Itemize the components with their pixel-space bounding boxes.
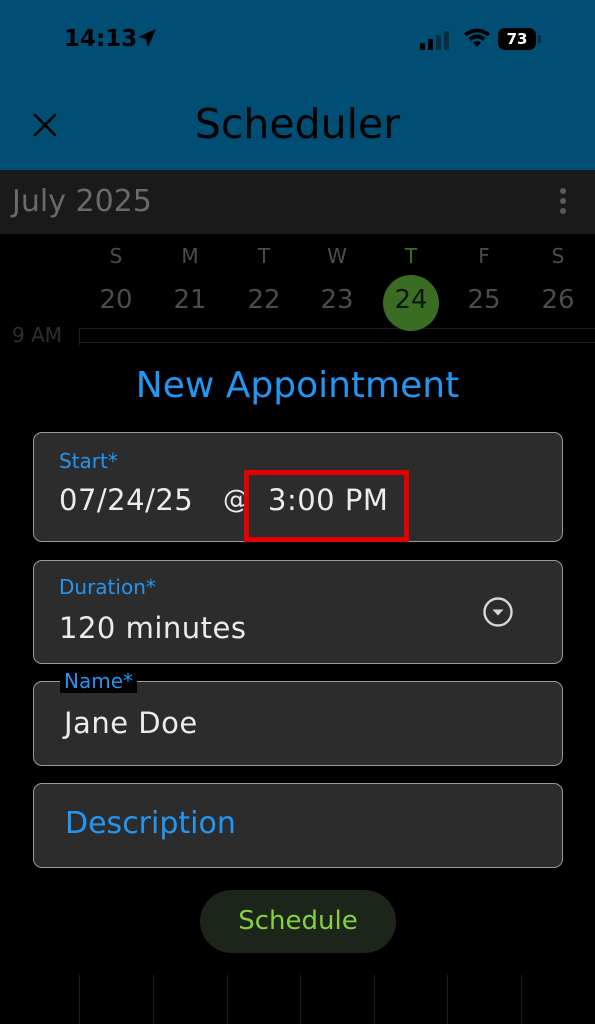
month-bar: July 2025	[0, 170, 595, 234]
day-column[interactable]: S 26	[521, 240, 595, 328]
location-arrow-icon	[138, 29, 156, 47]
dialog-title: New Appointment	[135, 365, 460, 406]
cellular-signal-icon	[420, 31, 449, 50]
hour-label: 9 AM	[12, 323, 63, 347]
start-date[interactable]: 07/24/25	[59, 483, 193, 517]
chevron-down-circle-icon[interactable]	[482, 596, 514, 628]
grid-line	[153, 975, 154, 1024]
description-field[interactable]: Description	[33, 783, 563, 868]
week-header: S 20 M 21 T 22 W 23 T 24 F 25 S 26	[79, 240, 595, 331]
app-header: 14:13 73 Scheduler	[0, 0, 595, 170]
name-value[interactable]: Jane Doe	[64, 706, 198, 740]
grid-line	[79, 342, 595, 343]
more-options-icon[interactable]	[556, 188, 570, 218]
day-column[interactable]: S 20	[79, 240, 153, 328]
day-column-today[interactable]: T 24	[374, 240, 448, 331]
description-placeholder: Description	[65, 806, 236, 841]
duration-label: Duration*	[59, 575, 156, 599]
battery-icon: 73	[498, 28, 542, 50]
name-field[interactable]: Name* Jane Doe	[33, 669, 563, 766]
page-title: Scheduler	[194, 100, 401, 148]
day-column[interactable]: W 23	[300, 240, 374, 328]
grid-line	[374, 975, 375, 1024]
battery-level: 73	[506, 30, 528, 48]
day-column[interactable]: T 22	[227, 240, 301, 328]
schedule-button[interactable]: Schedule	[200, 890, 396, 953]
day-column[interactable]: M 21	[153, 240, 227, 328]
grid-line	[521, 975, 522, 1024]
grid-line	[300, 975, 301, 1024]
grid-line	[447, 975, 448, 1024]
status-time: 14:13	[64, 26, 138, 52]
name-label: Name*	[60, 669, 138, 693]
grid-line	[227, 975, 228, 1024]
time-highlight-box	[244, 470, 409, 542]
wifi-icon	[464, 28, 490, 47]
day-column[interactable]: F 25	[447, 240, 521, 328]
month-label[interactable]: July 2025	[12, 184, 152, 219]
duration-value: 120 minutes	[59, 611, 247, 645]
grid-line	[79, 328, 595, 329]
start-label: Start*	[59, 449, 118, 473]
